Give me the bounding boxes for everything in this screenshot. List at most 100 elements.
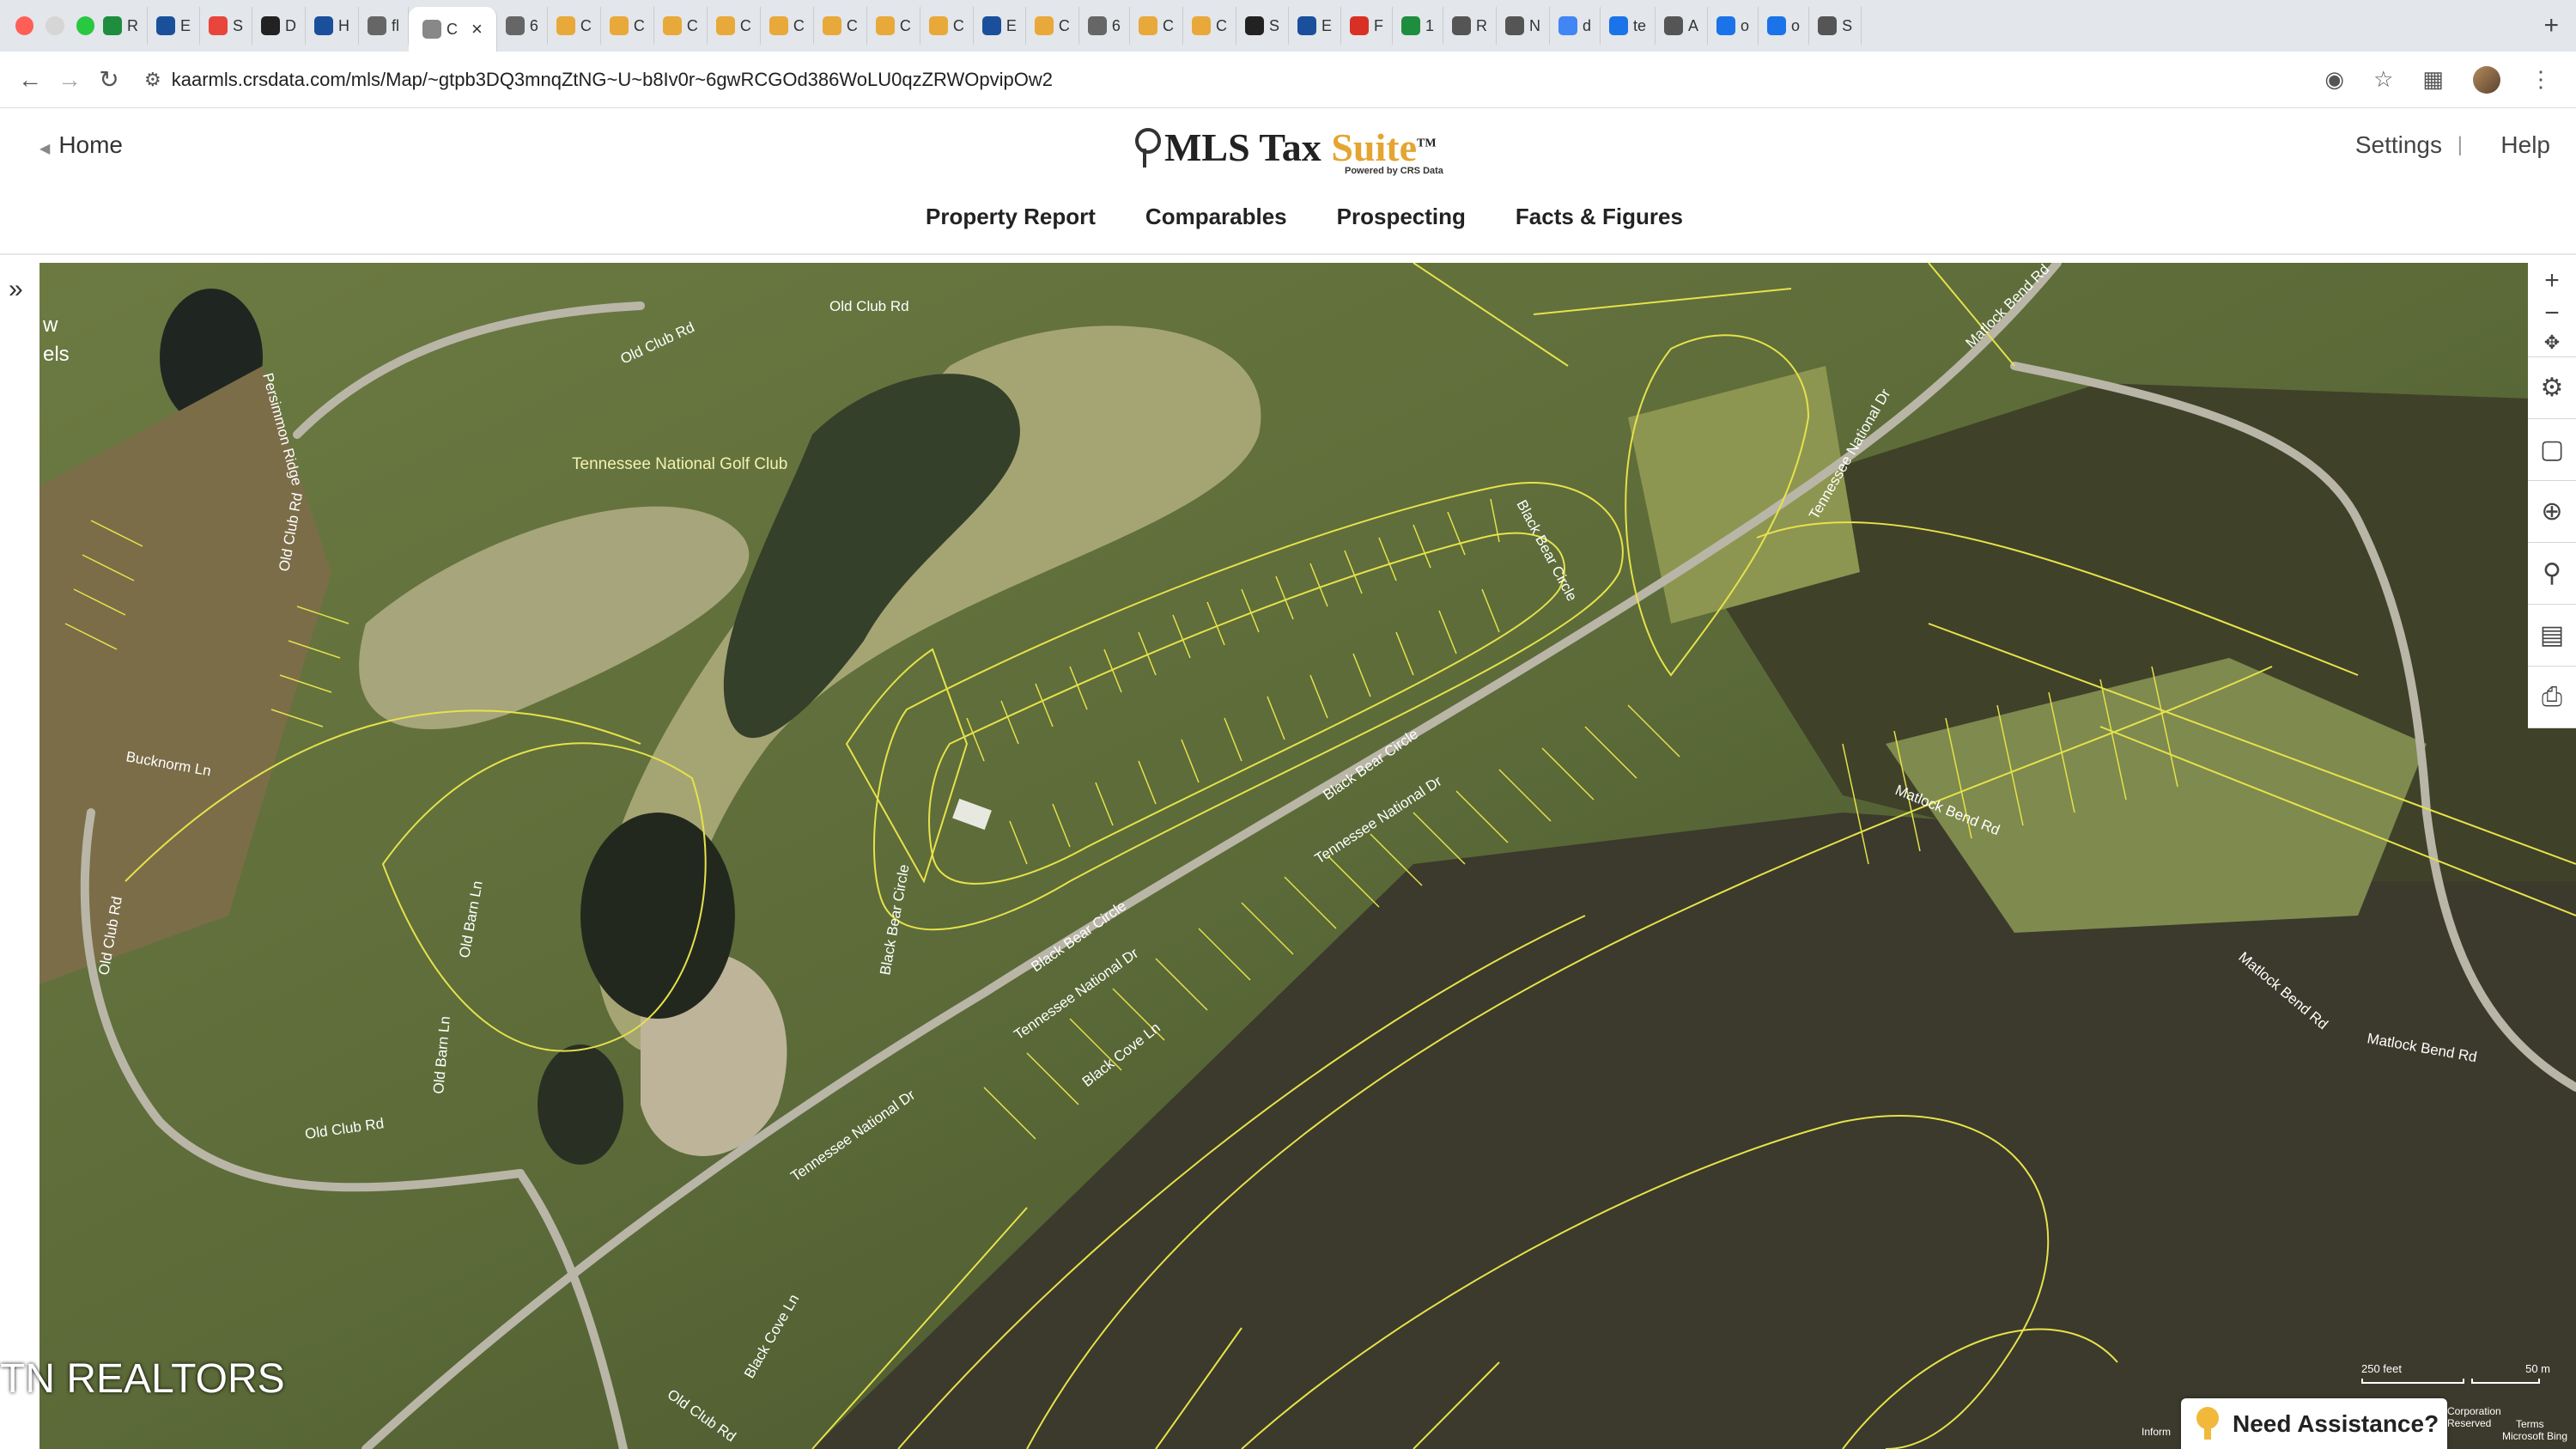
- browser-tab[interactable]: E: [1289, 7, 1341, 45]
- tab-favicon-icon: [981, 16, 1001, 35]
- need-assistance-button[interactable]: Need Assistance?: [2181, 1398, 2447, 1449]
- browser-tab[interactable]: R: [94, 7, 148, 45]
- browser-tab[interactable]: H: [306, 7, 360, 45]
- tab-favicon-icon: [314, 16, 334, 35]
- browser-tab[interactable]: S: [1236, 7, 1289, 45]
- browser-tab[interactable]: 6: [497, 7, 548, 45]
- browser-tab[interactable]: C: [761, 7, 814, 45]
- browser-tab[interactable]: d: [1550, 7, 1601, 45]
- browser-tab[interactable]: C ×: [409, 7, 497, 52]
- tab-title: R: [127, 16, 138, 34]
- bing-logo-text: Microsoft Bing: [2502, 1430, 2568, 1443]
- tab-favicon-icon: [1297, 16, 1316, 35]
- browser-tab[interactable]: 6: [1079, 7, 1130, 45]
- help-link[interactable]: Help: [2500, 131, 2550, 159]
- zoom-out-icon[interactable]: −: [2544, 299, 2560, 328]
- browser-tab[interactable]: fl: [359, 7, 410, 45]
- browser-tab[interactable]: o: [1759, 7, 1810, 45]
- close-window-button[interactable]: [15, 16, 34, 35]
- browser-tab-strip: R E S D Hfl C × 6 C C C C C C C C E C 6 C C S E F 1 R Nd te Ao o S +: [0, 0, 2576, 52]
- pan-icon[interactable]: ✥: [2544, 332, 2560, 354]
- profile-avatar[interactable]: [2473, 65, 2500, 94]
- terms-link[interactable]: Terms: [2516, 1418, 2567, 1430]
- key-pin-icon: [1133, 128, 1161, 167]
- browser-tab[interactable]: R: [1443, 7, 1497, 45]
- browser-tab[interactable]: 1: [1393, 7, 1443, 45]
- tab-title: C: [686, 16, 698, 34]
- browser-tab[interactable]: S: [200, 7, 253, 45]
- browser-tab[interactable]: C: [1026, 7, 1079, 45]
- print-icon[interactable]: ⎙: [2528, 667, 2576, 728]
- tab-title: S: [1268, 16, 1279, 34]
- tab-favicon-icon: [1504, 16, 1524, 35]
- nav-comparables[interactable]: Comparables: [1145, 204, 1287, 230]
- app-header: ◀ Home MLS Tax SuiteTM Powered by CRS Dat…: [0, 109, 2576, 255]
- parcel-map[interactable]: Old Club Rd Old Club Rd Old Club Rd Old …: [39, 263, 2576, 1449]
- reload-icon[interactable]: ↻: [89, 65, 129, 94]
- browser-tab[interactable]: F: [1341, 7, 1393, 45]
- browser-tab[interactable]: A: [1656, 7, 1709, 45]
- satellite-map-view: Old Club Rd Old Club Rd Old Club Rd Old …: [39, 263, 2576, 1449]
- browser-tab[interactable]: E: [974, 7, 1026, 45]
- tab-title: C: [739, 16, 751, 34]
- zoom-controls: + − ✥: [2528, 263, 2576, 357]
- new-tab-button[interactable]: +: [2526, 11, 2576, 40]
- settings-gear-icon[interactable]: ⚙: [2528, 357, 2576, 419]
- bookmark-star-icon[interactable]: ☆: [2373, 66, 2393, 93]
- header-separator: |: [2457, 133, 2463, 156]
- minimize-window-button[interactable]: [46, 16, 64, 35]
- tab-favicon-icon: [261, 16, 281, 35]
- locate-icon[interactable]: ⊕: [2528, 481, 2576, 543]
- browser-tab[interactable]: C: [814, 7, 867, 45]
- nav-property-report[interactable]: Property Report: [926, 204, 1096, 230]
- nav-facts-figures[interactable]: Facts & Figures: [1516, 204, 1683, 230]
- browser-tab[interactable]: C: [708, 7, 761, 45]
- back-icon[interactable]: ←: [10, 66, 50, 94]
- tab-favicon-icon: [1349, 16, 1369, 35]
- tab-favicon-icon: [1451, 16, 1471, 35]
- tab-title: d: [1582, 16, 1591, 34]
- tab-title: C: [633, 16, 645, 34]
- home-link[interactable]: ◀ Home: [39, 131, 123, 159]
- address-bar[interactable]: ⚙ kaarmls.crsdata.com/mls/Map/~gtpb3DQ3m…: [144, 59, 2324, 100]
- maximize-window-button[interactable]: [76, 16, 94, 35]
- tab-favicon-icon: [209, 16, 228, 35]
- forward-icon[interactable]: →: [50, 66, 89, 94]
- expand-panel-icon[interactable]: »: [9, 275, 23, 304]
- tab-title: H: [338, 16, 350, 34]
- select-area-icon[interactable]: ▢: [2528, 419, 2576, 481]
- scale-feet: 250 feet: [2361, 1362, 2402, 1375]
- tab-list: R E S D Hfl C × 6 C C C C C C C C E C 6 C C S E F 1 R Nd te Ao o S: [94, 0, 2526, 52]
- browser-tab[interactable]: C: [1183, 7, 1236, 45]
- zoom-in-icon[interactable]: +: [2544, 266, 2560, 295]
- browser-tab[interactable]: C: [654, 7, 708, 45]
- tab-favicon-icon: [1767, 16, 1787, 35]
- extensions-icon[interactable]: ▦: [2422, 66, 2444, 93]
- site-info-icon[interactable]: ⚙: [144, 69, 161, 91]
- tab-title: fl: [392, 16, 400, 34]
- search-icon[interactable]: ⚲: [2528, 543, 2576, 605]
- tab-title: R: [1475, 16, 1487, 34]
- more-menu-icon[interactable]: ⋮: [2530, 66, 2552, 93]
- browser-tab[interactable]: C: [867, 7, 920, 45]
- browser-tab[interactable]: C: [601, 7, 654, 45]
- close-tab-icon[interactable]: ×: [471, 18, 483, 40]
- browser-tab[interactable]: C: [548, 7, 601, 45]
- browser-tab[interactable]: N: [1497, 7, 1550, 45]
- nav-prospecting[interactable]: Prospecting: [1337, 204, 1466, 230]
- browser-tab[interactable]: o: [1708, 7, 1759, 45]
- browser-tab[interactable]: D: [252, 7, 307, 45]
- browser-tab[interactable]: C: [920, 7, 974, 45]
- settings-link[interactable]: Settings: [2355, 131, 2442, 159]
- browser-tab[interactable]: E: [148, 7, 201, 45]
- tab-title: te: [1633, 16, 1647, 34]
- browser-tab[interactable]: te: [1601, 7, 1656, 45]
- home-label: Home: [58, 131, 124, 158]
- measure-ruler-icon[interactable]: ▤: [2528, 605, 2576, 667]
- window-controls: [0, 16, 94, 35]
- map-attribution[interactable]: Inform: [2142, 1426, 2171, 1438]
- eye-off-icon[interactable]: ◉: [2324, 66, 2344, 93]
- browser-tab[interactable]: S: [1809, 7, 1862, 45]
- tab-favicon-icon: [928, 16, 948, 35]
- browser-tab[interactable]: C: [1130, 7, 1183, 45]
